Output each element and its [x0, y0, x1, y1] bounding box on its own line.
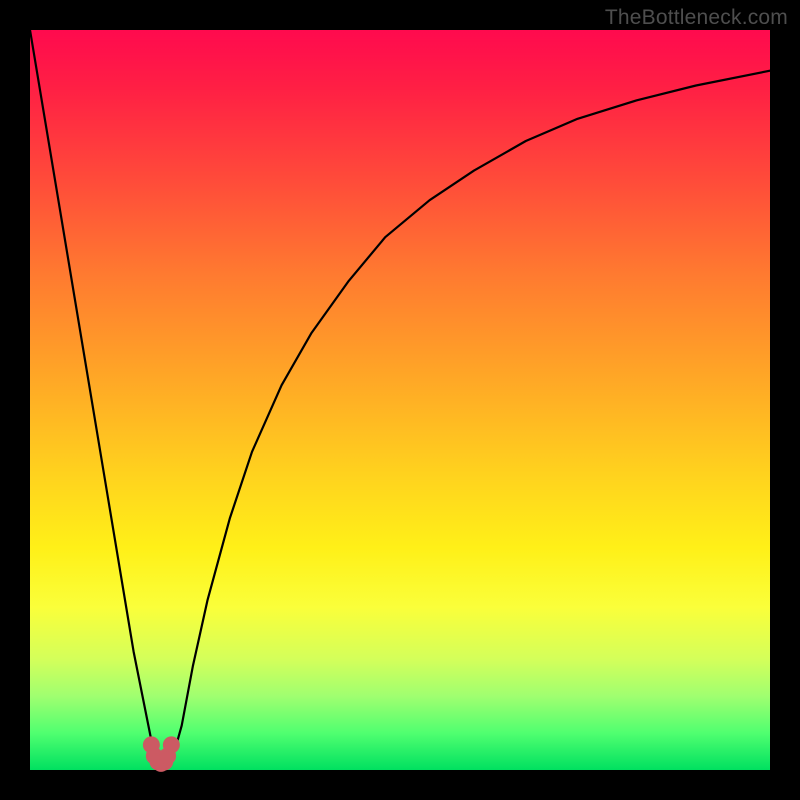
chart-container: TheBottleneck.com	[0, 0, 800, 800]
curve-svg	[30, 30, 770, 770]
plot-area	[30, 30, 770, 770]
min-marker	[163, 737, 179, 753]
minimum-markers	[143, 737, 179, 772]
watermark-text: TheBottleneck.com	[605, 6, 788, 30]
bottleneck-curve	[30, 30, 770, 763]
